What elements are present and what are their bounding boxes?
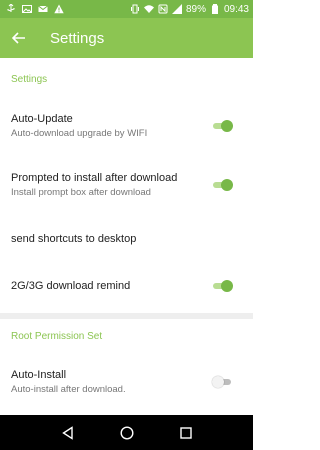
section-header-root: Root Permission Set <box>11 330 103 342</box>
setting-2g3g-remind[interactable]: 2G/3G download remind <box>0 269 253 303</box>
wifi-icon <box>143 4 154 14</box>
battery-percent: 89% <box>185 3 206 15</box>
warning-icon <box>54 4 64 14</box>
home-circle-icon <box>119 425 134 440</box>
usb-icon <box>6 4 16 14</box>
nfc-icon <box>158 4 168 14</box>
arrow-left-icon <box>12 32 25 44</box>
recents-square-icon <box>179 426 192 439</box>
setting-title: 2G/3G download remind <box>11 280 131 292</box>
mail-icon <box>38 4 48 14</box>
prompt-install-toggle[interactable] <box>213 179 233 191</box>
remind-2g3g-toggle[interactable] <box>213 280 233 292</box>
image-icon <box>22 4 32 14</box>
setting-auto-update[interactable]: Auto-Update Auto-download upgrade by WIF… <box>0 103 253 149</box>
vibrate-icon <box>130 4 140 14</box>
navigation-bar <box>0 415 253 450</box>
back-button[interactable] <box>0 18 38 58</box>
clock: 09:43 <box>223 3 249 15</box>
setting-auto-install[interactable]: Auto-Install Auto-install after download… <box>0 360 253 404</box>
setting-title: Prompted to install after download <box>11 172 178 184</box>
setting-title: Auto-Install <box>11 369 67 381</box>
status-bar: 89% 09:43 <box>0 0 253 18</box>
status-notifications <box>0 4 64 14</box>
setting-title: Auto-Update <box>11 113 73 125</box>
nav-back-button[interactable] <box>58 423 78 443</box>
back-triangle-icon <box>61 425 73 440</box>
nav-home-button[interactable] <box>117 423 137 443</box>
setting-title: send shortcuts to desktop <box>11 233 137 245</box>
setting-subtitle: Auto-download upgrade by WIFI <box>11 128 148 139</box>
setting-subtitle: Auto-install after download. <box>11 384 126 395</box>
section-header-settings: Settings <box>11 73 48 85</box>
setting-send-shortcuts[interactable]: send shortcuts to desktop <box>0 222 253 256</box>
nav-recents-button[interactable] <box>176 423 196 443</box>
signal-icon <box>171 4 182 14</box>
status-system: 89% 09:43 <box>130 4 253 15</box>
page-title: Settings <box>50 29 105 47</box>
setting-prompt-install[interactable]: Prompted to install after download Insta… <box>0 162 253 208</box>
battery-icon <box>210 4 220 14</box>
auto-update-toggle[interactable] <box>213 120 233 132</box>
auto-install-toggle[interactable] <box>212 376 233 388</box>
setting-subtitle: Install prompt box after download <box>11 187 151 198</box>
app-bar: Settings <box>0 18 253 58</box>
